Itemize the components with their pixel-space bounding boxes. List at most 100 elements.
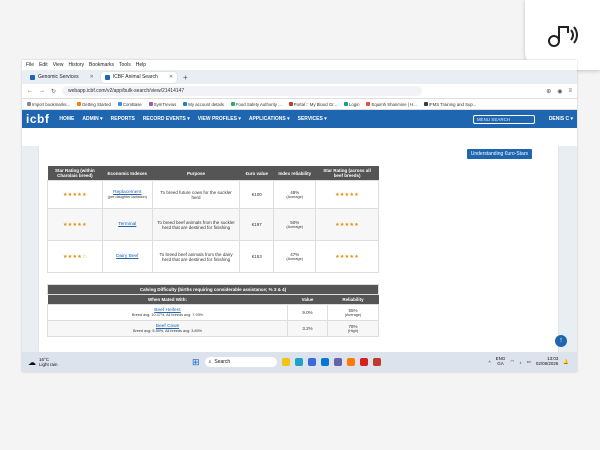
header-reliability: Reliability <box>327 294 379 305</box>
store-icon[interactable] <box>307 358 316 366</box>
headphone-audio-icon <box>547 26 578 47</box>
star-rating: ★★★★★ <box>315 180 379 209</box>
volume-icon[interactable]: ♪ <box>519 360 521 365</box>
scroll-top-button[interactable]: ↑ <box>555 335 567 347</box>
bookmark-item[interactable]: SymTrevius <box>148 102 176 107</box>
site-icon <box>423 102 428 107</box>
understanding-eurostars-button[interactable]: Understanding €uro-Stars <box>466 149 532 159</box>
nav-applications[interactable]: APPLICATIONS ▾ <box>249 116 290 122</box>
star-rating: ★★★★★ <box>47 208 103 241</box>
main-content: Understanding €uro-Stars Star Rating (wi… <box>22 146 577 352</box>
nav-home[interactable]: HOME <box>59 116 74 122</box>
index-link[interactable]: Dairy Beef <box>106 254 149 259</box>
extensions-icon[interactable]: ⊕ <box>546 88 551 95</box>
menu-icon[interactable]: ≡ <box>568 88 572 94</box>
windows-start-icon[interactable]: ⊞ <box>192 357 200 368</box>
mated-cell: Beef Heifers Breed avg: 10.47%, All breed… <box>47 304 288 321</box>
header-economic-indexes: Economic Indexes <box>102 166 153 181</box>
firefox-icon[interactable] <box>346 358 355 366</box>
header-purpose: Purpose <box>152 166 240 181</box>
mail-icon[interactable] <box>320 358 329 366</box>
menu-bookmarks[interactable]: Bookmarks <box>89 62 114 68</box>
file-explorer-icon[interactable] <box>281 358 290 366</box>
nav-record-events[interactable]: RECORD EVENTS ▾ <box>143 116 190 122</box>
site-icon <box>288 102 293 107</box>
tab-icbf-animal-search[interactable]: ICBF Animal Search ✕ <box>100 71 178 83</box>
index-cell: Terminal <box>101 208 153 241</box>
reliability-cell: 55% (Average) <box>327 304 379 321</box>
bookmark-item[interactable]: ComBase <box>117 102 142 107</box>
clock[interactable]: 13:03 02/08/2026 <box>536 356 559 367</box>
bookmark-item[interactable]: My account details <box>183 102 224 107</box>
wifi-icon[interactable]: ◠ <box>510 359 514 365</box>
reload-icon[interactable]: ↻ <box>51 88 56 95</box>
table-row: Beef Heifers Breed avg: 10.47%, All breed… <box>47 304 379 321</box>
euro-value: €100 <box>239 180 275 209</box>
value-cell: 3.2% <box>287 320 328 337</box>
search-icon: ⌕ <box>208 359 212 365</box>
user-menu[interactable]: DENIS C ▾ <box>549 116 573 122</box>
header-star-within: Star Rating (within Charolais breed) <box>47 166 103 181</box>
menu-file[interactable]: File <box>26 62 34 68</box>
icbf-logo[interactable]: icbf <box>26 112 49 126</box>
tab-favicon-icon <box>30 74 35 80</box>
bookmark-item[interactable]: Login <box>343 102 359 107</box>
chevron-up-icon[interactable]: ^ <box>489 360 491 365</box>
header-value: Value <box>287 294 328 305</box>
browser-toolbar: ← → ↻ webapp.icbf.com/v2/app/bulk-search… <box>22 84 577 99</box>
address-bar[interactable]: webapp.icbf.com/v2/app/bulk-search/view/… <box>62 86 423 96</box>
purpose-cell: To breed beef animals from the suckler h… <box>151 208 241 241</box>
euro-value: €197 <box>239 208 275 241</box>
taskbar-center: ⊞ ⌕ Search <box>192 357 381 368</box>
account-icon[interactable]: ◉ <box>557 88 562 95</box>
bookmark-item[interactable]: IFMS Training and Sup... <box>423 102 476 107</box>
taskbar-search[interactable]: ⌕ Search <box>204 357 277 367</box>
nav-services[interactable]: SERVICES ▾ <box>298 116 327 122</box>
close-icon[interactable]: ✕ <box>169 74 173 80</box>
back-icon[interactable]: ← <box>27 88 33 94</box>
acrobat-icon[interactable] <box>359 358 368 366</box>
table-row: Beef Cows Breed avg: 5.55%, All breeds av… <box>47 320 379 337</box>
header-mated-with: When Mated With: <box>47 294 288 305</box>
header-index-reliability: Index reliability <box>273 166 316 181</box>
site-icon <box>343 102 348 107</box>
firefox-icon <box>76 102 81 107</box>
language-indicator[interactable]: ENG GA <box>496 356 506 367</box>
weather-widget[interactable]: ☁ 16°C Light rain <box>28 357 58 367</box>
notification-icon[interactable]: 🔔 <box>563 359 569 365</box>
battery-icon[interactable]: ▭ <box>527 359 531 365</box>
bookmark-item[interactable]: Equimh Shanmine | H... <box>366 102 417 107</box>
nav-view-profiles[interactable]: VIEW PROFILES ▾ <box>198 116 241 122</box>
nav-reports[interactable]: REPORTS <box>111 116 135 122</box>
table-row: ★★★★☆ Dairy Beef To breed beef animals f… <box>47 240 379 273</box>
nav-admin[interactable]: ADMIN ▾ <box>82 116 102 122</box>
menu-history[interactable]: History <box>68 62 84 68</box>
edge-icon[interactable] <box>294 358 303 366</box>
bookmark-item[interactable]: Food Safety Authority ... <box>230 102 282 107</box>
menu-search-input[interactable]: MENU SEARCH <box>472 114 535 124</box>
bookmark-item[interactable]: Portal :: My Blood Gr... <box>288 102 337 107</box>
menu-help[interactable]: Help <box>136 62 146 68</box>
close-icon[interactable]: ✕ <box>90 74 94 80</box>
calving-difficulty-table: Calving Difficulty (births requiring con… <box>47 284 379 337</box>
tab-favicon-icon <box>104 74 110 80</box>
star-rating: ★★★★☆ <box>47 240 103 273</box>
menu-view[interactable]: View <box>53 62 64 68</box>
app-icon[interactable] <box>372 358 381 366</box>
bookmark-item[interactable]: Getting Started <box>76 102 111 107</box>
site-icon <box>183 102 188 107</box>
index-link[interactable]: Terminal <box>106 222 149 227</box>
menu-edit[interactable]: Edit <box>39 62 48 68</box>
menu-tools[interactable]: Tools <box>119 62 131 68</box>
bookmark-item[interactable]: Import bookmarks... <box>27 102 70 107</box>
purpose-cell: To breed beef animals from the dairy her… <box>151 240 241 273</box>
site-icon <box>148 102 153 107</box>
new-tab-icon[interactable]: + <box>183 73 188 82</box>
reliability-cell: 48% (Average) <box>273 180 317 209</box>
value-cell: 9.0% <box>287 304 328 321</box>
teams-icon[interactable] <box>333 358 342 366</box>
tab-strip: Genomic Services ✕ ICBF Animal Search ✕ … <box>22 70 577 84</box>
cloud-rain-icon: ☁ <box>28 357 36 367</box>
tab-genomic-services[interactable]: Genomic Services ✕ <box>26 72 98 83</box>
forward-icon[interactable]: → <box>39 88 45 94</box>
